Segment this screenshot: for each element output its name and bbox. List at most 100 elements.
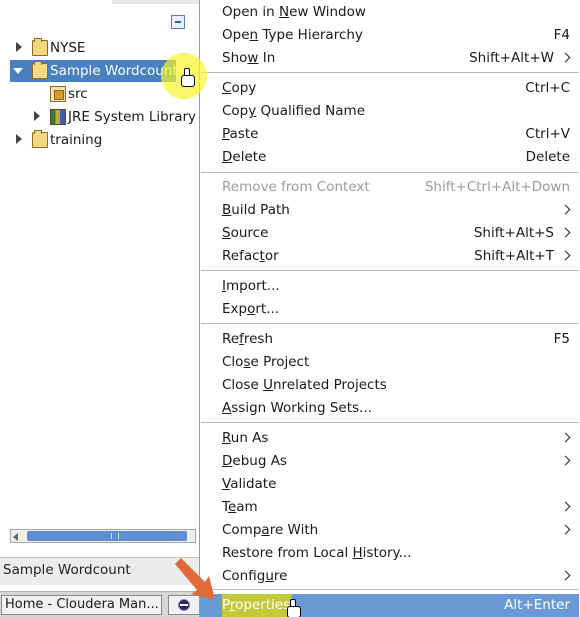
menu-shortcut: Ctrl+V [525, 126, 570, 142]
menu-separator [201, 72, 579, 73]
tree-item-sample-wordcount[interactable]: Sample Wordcount [10, 60, 178, 82]
menu-item-label: Build Path [222, 199, 290, 222]
menu-item-source[interactable]: Source Shift+Alt+S [200, 222, 579, 245]
menu-item-open-type-hierarchy[interactable]: Open Type Hierarchy F4 [200, 24, 579, 47]
mnemonic-letter: U [263, 377, 273, 393]
menu-label-text: Cop [222, 103, 249, 119]
menu-separator [201, 270, 579, 271]
tree-item-training[interactable]: training [0, 129, 199, 151]
horizontal-scrollbar[interactable] [10, 529, 196, 543]
tree-item-jre-system-library[interactable]: JRE System Library [ [0, 106, 199, 128]
menu-item-run-as[interactable]: Run As [200, 427, 579, 450]
menu-item-label: Source [222, 222, 268, 245]
menu-item-import[interactable]: Import... [200, 275, 579, 298]
menu-separator [201, 172, 579, 173]
menu-item-label: Open in New Window [222, 1, 366, 24]
menu-item-label: Show In [222, 47, 275, 70]
menu-label-text: or [264, 248, 279, 264]
menu-item-properties[interactable]: Properties Alt+Enter [200, 594, 579, 617]
menu-label-text: ew Window [289, 4, 366, 20]
menu-label-text: ssign Working Sets... [231, 400, 372, 416]
menu-item-copy-qualified-name[interactable]: Copy Qualified Name [200, 100, 579, 123]
menu-label-text: ource [230, 225, 269, 241]
menu-item-label: Refresh [222, 328, 273, 351]
menu-item-restore-from-local-history[interactable]: Restore from Local History... [200, 542, 579, 565]
menu-shortcut: Shift+Alt+S [473, 225, 554, 241]
menu-item-label: Delete [222, 146, 266, 169]
menu-shortcut: Ctrl+C [525, 80, 570, 96]
mnemonic-letter: u [265, 568, 274, 584]
menu-item-label: Validate [222, 473, 276, 496]
collapse-all-icon[interactable] [171, 15, 185, 29]
menu-item-compare-with[interactable]: Compare With [200, 519, 579, 542]
mnemonic-letter: S [222, 225, 231, 241]
collapse-arrow-icon[interactable] [13, 68, 23, 74]
menu-item-assign-working-sets[interactable]: Assign Working Sets... [200, 397, 579, 420]
menu-item-refresh[interactable]: Refresh F5 [200, 328, 579, 351]
scroll-left-icon[interactable] [13, 533, 18, 541]
expand-arrow-icon[interactable] [16, 42, 22, 52]
menu-label-text: uild Path [231, 202, 290, 218]
taskbar-item-home[interactable]: Home - Cloudera Man... [1, 595, 162, 615]
menu-label-text: In [258, 50, 276, 66]
menu-label-text: nrelated Projects [272, 377, 387, 393]
menu-label-text: Exp [222, 301, 248, 317]
menu-item-label: Paste [222, 123, 258, 146]
menu-label-text: Restore from Local [222, 545, 353, 561]
menu-item-label: Remove from Context [222, 176, 370, 199]
explorer-tab-strip [0, 0, 200, 4]
pointer-arrow-icon [175, 558, 215, 600]
menu-item-close-unrelated-projects[interactable]: Close Unrelated Projects [200, 374, 579, 397]
menu-item-label: Export... [222, 298, 279, 321]
menu-label-text: e Project [250, 354, 310, 370]
submenu-arrow-icon [560, 565, 570, 588]
menu-item-label: Open Type Hierarchy [222, 24, 363, 47]
menu-item-copy[interactable]: Copy Ctrl+C [200, 77, 579, 100]
status-text: Sample Wordcount [3, 562, 131, 578]
menu-item-refactor[interactable]: Refactor Shift+Alt+T [200, 245, 579, 268]
menu-item-delete[interactable]: Delete Delete [200, 146, 579, 169]
menu-label-text: Config [222, 568, 266, 584]
menu-label-text: mport... [225, 278, 280, 294]
menu-item-label: Compare With [222, 519, 318, 542]
expand-arrow-icon[interactable] [34, 111, 40, 121]
menu-shortcut: F4 [553, 27, 570, 43]
menu-item-show-in[interactable]: Show In Shift+Alt+W [200, 47, 579, 70]
menu-item-close-project[interactable]: Close Project [200, 351, 579, 374]
menu-item-export[interactable]: Export... [200, 298, 579, 321]
menu-item-label: Close Unrelated Projects [222, 374, 387, 397]
mnemonic-letter: R [222, 430, 231, 446]
scrollbar-thumb[interactable] [27, 531, 187, 541]
menu-label-text: Sho [222, 50, 248, 66]
menu-item-configure[interactable]: Configure [200, 565, 579, 588]
menu-item-debug-as[interactable]: Debug As [200, 450, 579, 473]
menu-label-text: Open in [222, 4, 279, 20]
menu-item-open-in-new-window[interactable]: Open in New Window [200, 1, 579, 24]
menu-label-text: re With [269, 522, 319, 538]
tree-item-nyse[interactable]: NYSE [0, 37, 199, 59]
menu-item-paste[interactable]: Paste Ctrl+V [200, 123, 579, 146]
menu-label-text: re [273, 568, 288, 584]
expand-arrow-icon[interactable] [16, 134, 22, 144]
menu-item-team[interactable]: Team [200, 496, 579, 519]
menu-label-text: Remove from Context [222, 179, 370, 195]
menu-label-text: Type Hierarchy [258, 27, 363, 43]
submenu-arrow-icon [560, 245, 570, 268]
mnemonic-letter: w [247, 50, 259, 66]
library-icon [50, 109, 66, 125]
mnemonic-letter: A [222, 400, 232, 416]
menu-item-validate[interactable]: Validate [200, 473, 579, 496]
scrollbar-grip-icon [111, 533, 119, 539]
submenu-arrow-icon [560, 222, 570, 245]
menu-label-text: am [236, 499, 258, 515]
menu-label-text: un As [230, 430, 269, 446]
menu-label-text: ebug As [232, 453, 287, 469]
menu-item-build-path[interactable]: Build Path [200, 199, 579, 222]
menu-label-text: Ope [222, 27, 250, 43]
menu-item-label: Team [222, 496, 258, 519]
menu-label-text: rt... [255, 301, 280, 317]
hand-cursor-icon [180, 68, 195, 87]
menu-item-label: Import... [222, 275, 280, 298]
tree-item-label: training [50, 132, 103, 148]
menu-label-text: P [222, 597, 230, 613]
